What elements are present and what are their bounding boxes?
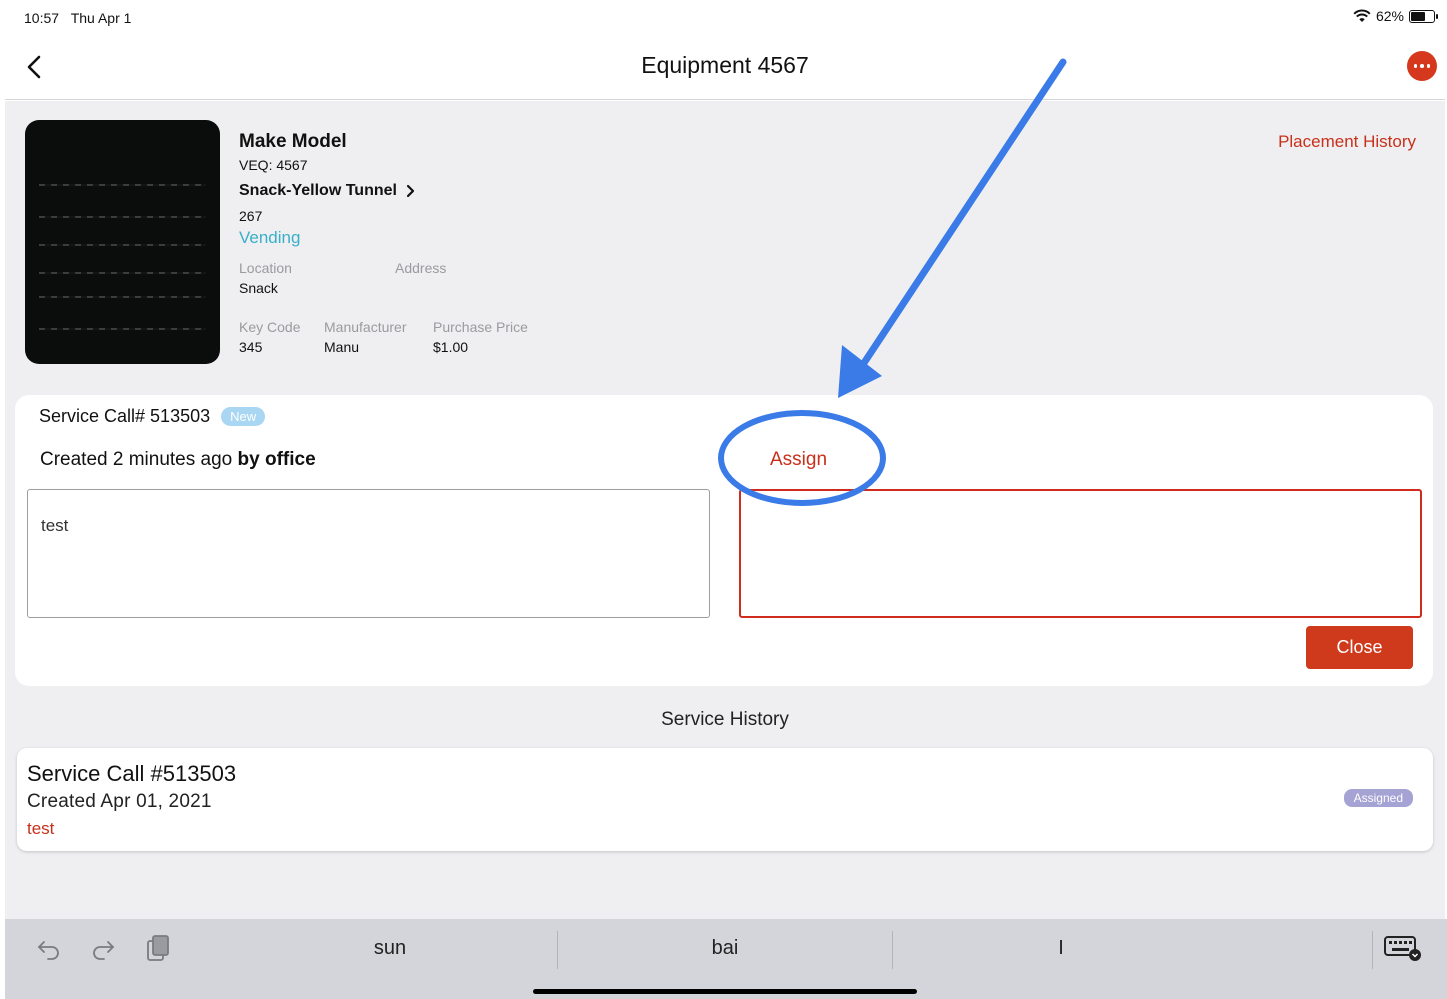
page-title: Equipment 4567 — [641, 52, 809, 78]
clipboard-icon — [147, 935, 169, 961]
suggestion-2[interactable]: bai — [675, 937, 775, 960]
manufacturer-value: Manu — [324, 339, 360, 355]
key-code-label: Key Code — [239, 319, 301, 335]
purchase-price-value: $1.00 — [433, 339, 469, 355]
history-item-date: Created Apr 01, 2021 — [27, 791, 212, 812]
location-label: Location — [239, 260, 292, 276]
service-note-field[interactable]: test — [27, 489, 710, 618]
suggestion-3[interactable]: I — [1011, 937, 1111, 960]
keyboard-shortcut-bar: sun bai I — [5, 919, 1447, 999]
battery-icon — [1409, 9, 1438, 23]
ellipsis-icon — [1413, 64, 1418, 68]
redo-button[interactable] — [88, 933, 118, 963]
equipment-category: Vending — [239, 228, 301, 247]
service-call-created: Created 2 minutes ago by office — [40, 449, 316, 470]
service-history-item[interactable]: Service Call #513503 Created Apr 01, 202… — [17, 748, 1433, 851]
placement-history-link[interactable]: Placement History — [1278, 132, 1416, 152]
suggestion-1[interactable]: sun — [340, 937, 440, 960]
wifi-icon — [1353, 9, 1371, 22]
status-bar: 10:57 Thu Apr 1 62% — [0, 0, 1447, 34]
assign-button[interactable]: Assign — [770, 449, 827, 471]
main-content: Make Model VEQ: 4567 Snack-Yellow Tunnel… — [5, 101, 1445, 919]
location-value: Snack — [239, 280, 278, 296]
service-call-title: Service Call# 513503 New — [39, 406, 266, 427]
assign-field[interactable] — [739, 489, 1422, 618]
keyboard-dismiss-button[interactable] — [1383, 933, 1423, 963]
battery-percent: 62% — [1375, 8, 1404, 24]
undo-icon — [38, 941, 59, 960]
service-history-title: Service History — [661, 709, 789, 730]
equipment-photo — [25, 120, 220, 364]
undo-button[interactable] — [34, 933, 64, 963]
equipment-type-link[interactable]: Snack-Yellow Tunnel — [239, 182, 416, 200]
equipment-name: Make Model — [239, 131, 347, 152]
purchase-price-label: Purchase Price — [433, 319, 528, 335]
status-badge: New — [221, 407, 266, 426]
nav-bar: Equipment 4567 — [5, 34, 1445, 100]
home-indicator — [533, 989, 917, 994]
status-badge: Assigned — [1343, 789, 1413, 807]
status-time: 10:57 Thu Apr 1 — [24, 10, 132, 26]
manufacturer-label: Manufacturer — [324, 319, 407, 335]
equipment-number: 267 — [239, 208, 263, 224]
chevron-right-icon — [406, 184, 415, 198]
service-call-card: Service Call# 513503 New Created 2 minut… — [15, 395, 1433, 686]
address-label: Address — [395, 260, 447, 276]
equipment-veq: VEQ: 4567 — [239, 157, 308, 173]
history-item-note: test — [27, 819, 55, 838]
close-button[interactable]: Close — [1306, 626, 1413, 669]
more-options-button[interactable] — [1407, 51, 1437, 81]
redo-icon — [93, 941, 114, 960]
history-item-title: Service Call #513503 — [27, 761, 237, 786]
battery-level — [1411, 11, 1425, 21]
status-indicators: 62% — [1353, 8, 1438, 24]
paste-button[interactable] — [143, 933, 173, 963]
key-code-value: 345 — [239, 339, 263, 355]
keyboard-dismiss-icon — [1384, 936, 1421, 961]
